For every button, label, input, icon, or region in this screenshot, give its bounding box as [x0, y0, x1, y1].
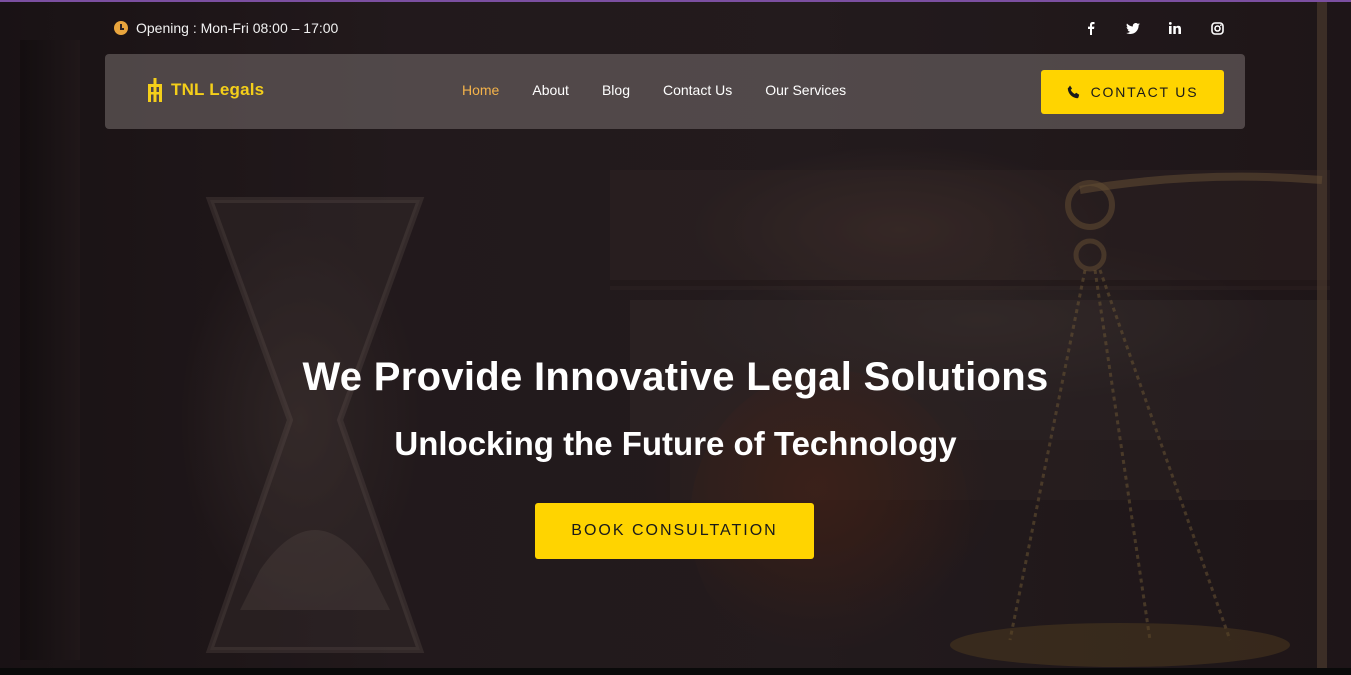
opening-hours: Opening : Mon-Fri 08:00 – 17:00 [114, 18, 338, 38]
social-links [1082, 18, 1226, 38]
contact-us-button[interactable]: CONTACT US [1041, 70, 1224, 114]
nav-item-about[interactable]: About [532, 82, 569, 98]
twitter-icon[interactable] [1124, 18, 1142, 38]
hero-subheadline: Unlocking the Future of Technology [394, 425, 957, 462]
nav-item-contact-us[interactable]: Contact Us [663, 82, 732, 98]
clock-icon [114, 21, 128, 35]
instagram-icon[interactable] [1208, 18, 1226, 38]
phone-icon [1067, 85, 1079, 99]
opening-hours-text: Opening : Mon-Fri 08:00 – 17:00 [136, 20, 339, 36]
contact-us-button-label: CONTACT US [1090, 84, 1199, 100]
book-consultation-button[interactable]: BOOK CONSULTATION [535, 503, 814, 559]
tnl-logo-icon [148, 78, 162, 102]
facebook-icon[interactable] [1082, 18, 1100, 38]
bottom-edge-bar [0, 668, 1351, 675]
nav-item-blog[interactable]: Blog [602, 82, 630, 98]
nav-menu: Home About Blog Contact Us Our Services [462, 82, 846, 98]
brand-name: TNL Legals [171, 80, 265, 99]
top-accent-line [0, 0, 1351, 2]
nav-item-our-services[interactable]: Our Services [765, 82, 846, 98]
linkedin-icon[interactable] [1166, 18, 1184, 38]
main-navbar: TNL Legals Home About Blog Contact Us Ou… [105, 54, 1245, 129]
brand[interactable]: TNL Legals [147, 78, 264, 102]
hero-headline: We Provide Innovative Legal Solutions [302, 355, 1049, 399]
nav-item-home[interactable]: Home [462, 82, 499, 98]
book-consultation-label: BOOK CONSULTATION [571, 522, 778, 539]
